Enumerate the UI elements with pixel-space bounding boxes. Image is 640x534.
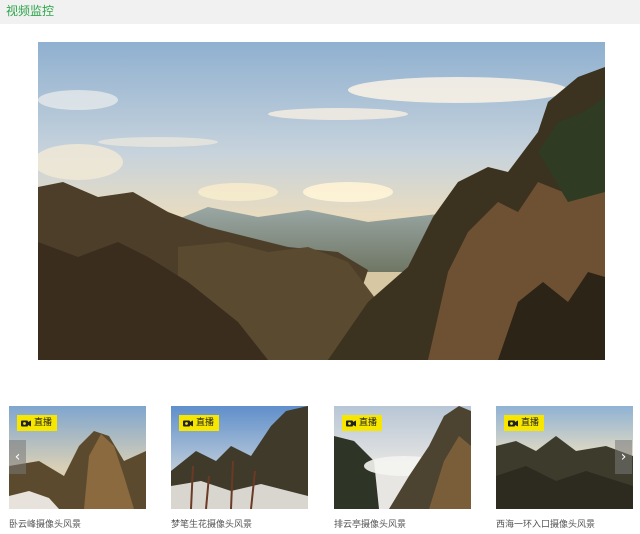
main-video-frame bbox=[38, 42, 605, 360]
carousel-prev-button[interactable]: ‹ bbox=[9, 440, 26, 474]
chevron-right-icon: › bbox=[620, 449, 627, 465]
carousel-next-button[interactable]: › bbox=[615, 440, 632, 474]
page-title: 视频监控 bbox=[6, 4, 55, 18]
thumbnail-caption[interactable]: 梦笔生花摄像头风景 bbox=[171, 519, 252, 531]
live-label: 直播 bbox=[34, 418, 53, 428]
camera-icon bbox=[508, 420, 518, 427]
camera-thumbnail-3[interactable]: 直播 bbox=[334, 406, 471, 509]
camera-thumbnail-2[interactable]: 直播 bbox=[171, 406, 308, 509]
live-badge: 直播 bbox=[17, 415, 58, 431]
live-label: 直播 bbox=[196, 418, 215, 428]
camera-thumbnail-1[interactable]: 直播 bbox=[9, 406, 146, 509]
main-video-player[interactable] bbox=[38, 42, 605, 360]
camera-icon bbox=[183, 420, 193, 427]
page-header: 视频监控 bbox=[0, 0, 640, 24]
thumbnail-caption[interactable]: 卧云峰摄像头风景 bbox=[9, 519, 81, 531]
thumbnail-caption[interactable]: 排云亭摄像头风景 bbox=[334, 519, 406, 531]
live-badge: 直播 bbox=[179, 415, 220, 431]
camera-thumbnail-4[interactable]: 直播 bbox=[496, 406, 633, 509]
camera-icon bbox=[21, 420, 31, 427]
live-label: 直播 bbox=[359, 418, 378, 428]
live-label: 直播 bbox=[521, 418, 540, 428]
thumbnail-caption[interactable]: 西海一环入口摄像头风景 bbox=[496, 519, 595, 531]
live-badge: 直播 bbox=[504, 415, 545, 431]
chevron-left-icon: ‹ bbox=[14, 449, 21, 465]
camera-icon bbox=[346, 420, 356, 427]
live-badge: 直播 bbox=[342, 415, 383, 431]
